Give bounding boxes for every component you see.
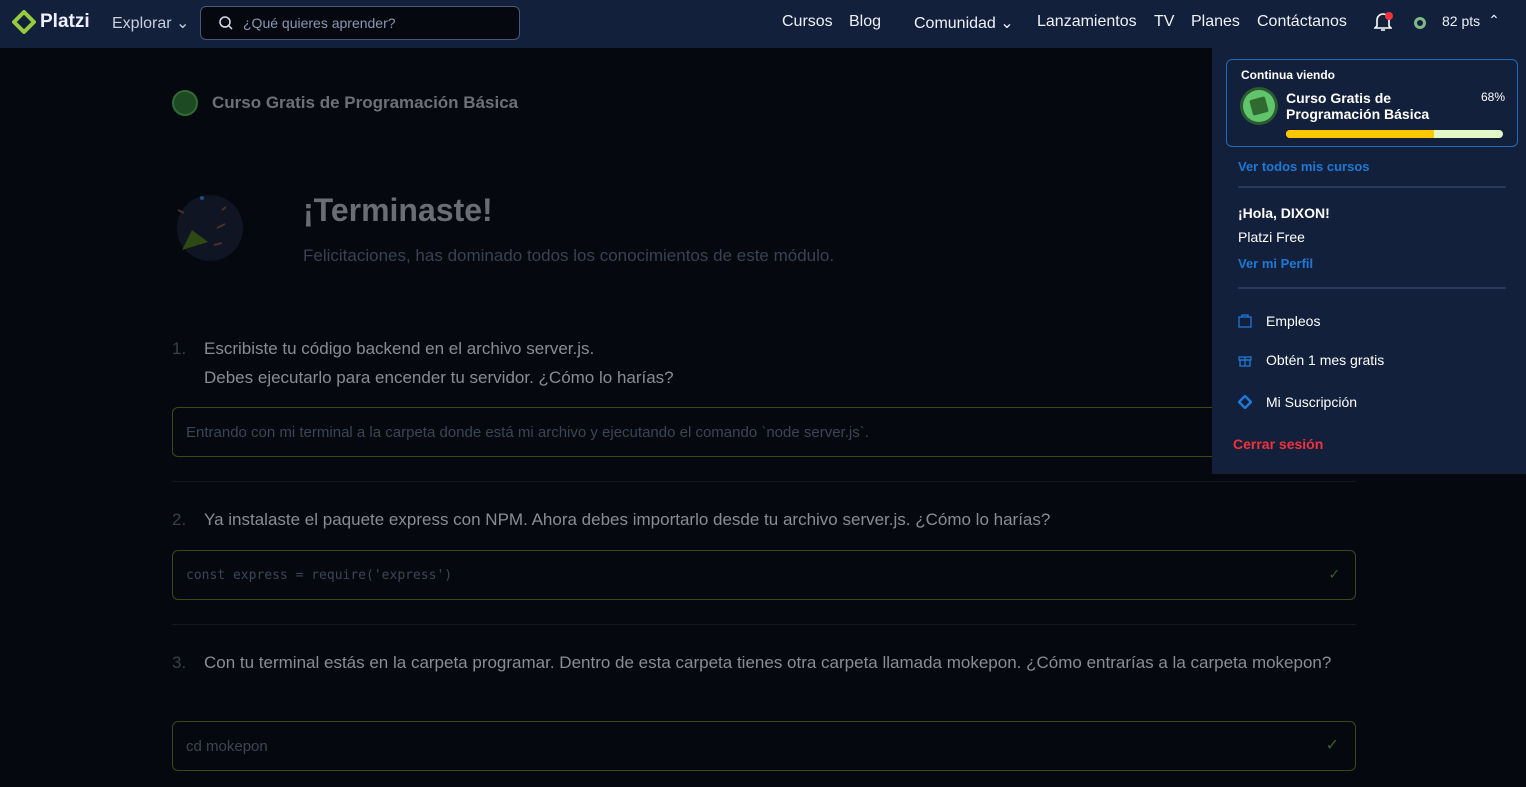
- logout-link[interactable]: Cerrar sesión: [1233, 436, 1323, 452]
- all-courses-link[interactable]: Ver todos mis cursos: [1238, 159, 1370, 174]
- divider: [1238, 287, 1506, 289]
- chevron-down-icon: ⌄: [1000, 15, 1014, 32]
- question-number: 3.: [172, 653, 187, 672]
- continue-course-title: Curso Gratis de Programación Básica: [1286, 90, 1430, 122]
- question-3: 3. Con tu terminal estás en la carpeta pr…: [172, 648, 1352, 677]
- answer-text: const express = require('express'): [186, 567, 453, 583]
- question-2: 2. Ya instalaste el paquete express con N…: [172, 505, 1352, 534]
- menu-item-label: Mi Suscripción: [1266, 394, 1358, 410]
- answer-text: Entrando con mi terminal a la carpeta do…: [186, 423, 869, 441]
- platzi-diamond-icon: [1238, 395, 1252, 409]
- divider: [1238, 186, 1506, 188]
- course-badge-icon: [1243, 90, 1275, 122]
- progress-bar: [1286, 130, 1503, 138]
- divider: [172, 481, 1356, 482]
- nav-planes[interactable]: Planes: [1191, 13, 1240, 31]
- question-number: 2.: [172, 510, 187, 529]
- answer-3: cd mokepon ✓: [172, 721, 1356, 771]
- chevron-up-icon: ⌃: [1488, 12, 1500, 28]
- question-text: Ya instalaste el paquete express con NPM…: [204, 510, 1051, 529]
- explorar-menu[interactable]: Explorar ⌄: [112, 13, 189, 33]
- search-input[interactable]: ¿Qué quieres aprender?: [200, 6, 520, 40]
- briefcase-icon: [1238, 314, 1252, 328]
- question-1: 1. Escribiste tu código backend en el arc…: [172, 334, 1352, 392]
- plan-label: Platzi Free: [1238, 229, 1305, 245]
- nav-blog[interactable]: Blog: [849, 13, 881, 31]
- nav-tv[interactable]: TV: [1154, 13, 1174, 31]
- course-badge-icon: [172, 90, 198, 116]
- user-points-menu[interactable]: 82 pts ⌃: [1414, 12, 1500, 29]
- party-popper-icon: [177, 195, 243, 261]
- top-nav: Platzi Explorar ⌄ ¿Qué quieres aprender?…: [0, 0, 1526, 48]
- question-number: 1.: [172, 339, 187, 358]
- menu-item-label: Empleos: [1266, 313, 1321, 329]
- search-placeholder: ¿Qué quieres aprender?: [243, 15, 396, 31]
- check-icon: ✓: [1329, 564, 1339, 583]
- continue-watching-card[interactable]: Continua viendo Curso Gratis de Programa…: [1226, 59, 1518, 147]
- logo-text: Platzi: [40, 11, 90, 32]
- nav-contactanos[interactable]: Contáctanos: [1257, 13, 1347, 31]
- menu-item-free-month[interactable]: Obtén 1 mes gratis: [1238, 352, 1384, 368]
- search-icon: [219, 16, 233, 30]
- platzi-logo-icon: [12, 10, 36, 34]
- completion-title: ¡Terminaste!: [303, 192, 493, 228]
- answer-1: Entrando con mi terminal a la carpeta do…: [172, 407, 1356, 457]
- check-icon: ✓: [1325, 737, 1339, 754]
- gift-icon: [1238, 356, 1252, 367]
- menu-item-subscription[interactable]: Mi Suscripción: [1238, 394, 1357, 410]
- course-title: Curso Gratis de Programación Básica: [212, 93, 519, 112]
- question-text: Con tu terminal estás en la carpeta prog…: [204, 653, 1332, 672]
- points-label: 82 pts: [1442, 12, 1481, 29]
- nav-cursos[interactable]: Cursos: [782, 13, 833, 31]
- comunidad-label: Comunidad: [914, 15, 996, 32]
- question-text: Escribiste tu código backend en el archi…: [204, 339, 595, 358]
- progress-fill: [1286, 130, 1434, 138]
- menu-item-label: Obtén 1 mes gratis: [1266, 352, 1385, 368]
- nav-lanzamientos[interactable]: Lanzamientos: [1037, 13, 1137, 31]
- avatar: [1414, 16, 1426, 29]
- menu-item-empleos[interactable]: Empleos: [1238, 313, 1320, 329]
- answer-text: cd mokepon: [186, 737, 268, 755]
- completion-subtitle: Felicitaciones, has dominado todos los c…: [303, 246, 835, 265]
- platzi-logo[interactable]: Platzi: [12, 10, 90, 34]
- course-breadcrumb[interactable]: Curso Gratis de Programación Básica: [172, 90, 518, 116]
- nav-comunidad[interactable]: Comunidad ⌄: [914, 13, 1014, 33]
- explorar-label: Explorar: [112, 15, 172, 32]
- greeting: ¡Hola, DIXON!: [1238, 205, 1330, 221]
- user-dropdown: Continua viendo Curso Gratis de Programa…: [1212, 48, 1526, 474]
- progress-percent: 68%: [1480, 90, 1505, 104]
- notification-dot: [1385, 12, 1393, 20]
- question-text-2: Debes ejecutarlo para encender tu servid…: [204, 368, 674, 387]
- divider: [172, 624, 1356, 625]
- chevron-down-icon: ⌄: [176, 15, 190, 32]
- continue-heading: Continua viendo: [1241, 68, 1335, 82]
- profile-link[interactable]: Ver mi Perfil: [1238, 256, 1313, 271]
- answer-2: const express = require('express') ✓: [172, 550, 1356, 600]
